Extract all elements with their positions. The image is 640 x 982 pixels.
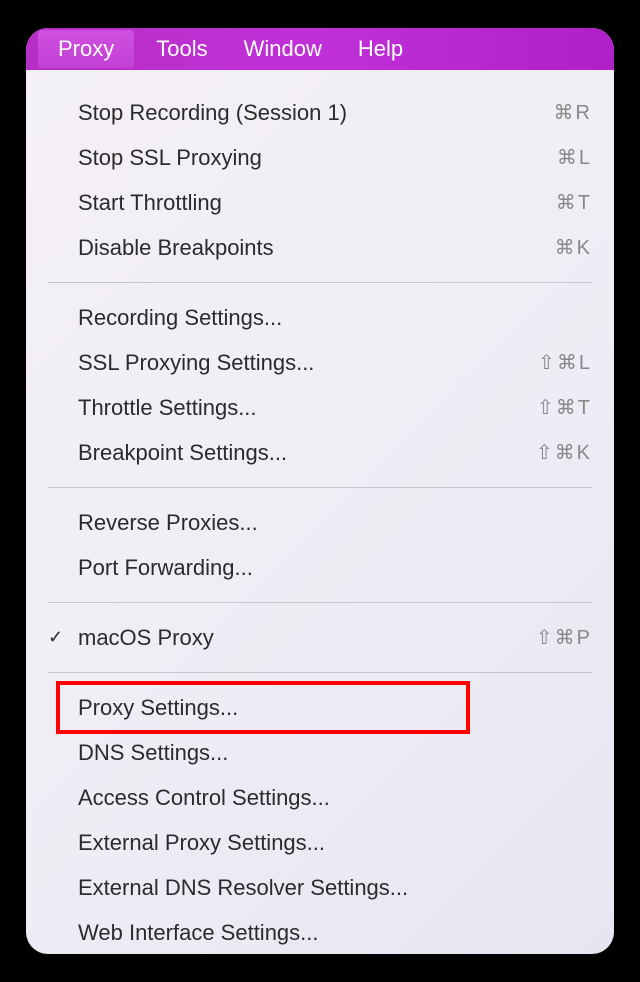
menu-item-shortcut: ⇧⌘T [537, 393, 592, 423]
menu-item-start-throttling[interactable]: Start Throttling ⌘T [26, 180, 614, 225]
menu-item-shortcut: ⌘L [557, 143, 592, 173]
menu-separator [48, 487, 592, 488]
menubar-item-window[interactable]: Window [226, 28, 340, 70]
menu-item-stop-recording[interactable]: Stop Recording (Session 1) ⌘R [26, 90, 614, 135]
menu-item-label: DNS Settings... [78, 736, 592, 769]
menu-item-label: Web Interface Settings... [78, 916, 592, 949]
menu-item-label: Proxy Settings... [78, 691, 592, 724]
menu-item-label: SSL Proxying Settings... [78, 346, 538, 379]
menu-item-label: Stop Recording (Session 1) [78, 96, 554, 129]
menu-item-recording-settings[interactable]: Recording Settings... [26, 295, 614, 340]
menu-item-shortcut: ⌘R [554, 98, 592, 128]
menu-item-label: Port Forwarding... [78, 551, 592, 584]
menubar-item-tools[interactable]: Tools [138, 28, 225, 70]
menu-item-shortcut: ⇧⌘K [536, 438, 592, 468]
menu-item-disable-breakpoints[interactable]: Disable Breakpoints ⌘K [26, 225, 614, 270]
menu-item-ssl-proxying-settings[interactable]: SSL Proxying Settings... ⇧⌘L [26, 340, 614, 385]
menu-item-proxy-settings[interactable]: Proxy Settings... [26, 685, 614, 730]
check-icon: ✓ [48, 624, 63, 651]
menu-item-shortcut: ⌘K [555, 233, 592, 263]
menubar-item-help[interactable]: Help [340, 28, 421, 70]
menu-item-breakpoint-settings[interactable]: Breakpoint Settings... ⇧⌘K [26, 430, 614, 475]
menubar-item-proxy[interactable]: Proxy [38, 30, 134, 68]
menu-item-external-proxy-settings[interactable]: External Proxy Settings... [26, 820, 614, 865]
menu-item-label: Access Control Settings... [78, 781, 592, 814]
menu-item-macos-proxy[interactable]: ✓ macOS Proxy ⇧⌘P [26, 615, 614, 660]
menu-item-label: Throttle Settings... [78, 391, 537, 424]
menu-item-label: macOS Proxy [78, 621, 536, 654]
menu-item-throttle-settings[interactable]: Throttle Settings... ⇧⌘T [26, 385, 614, 430]
menu-item-label: Reverse Proxies... [78, 506, 592, 539]
menu-item-external-dns-resolver-settings[interactable]: External DNS Resolver Settings... [26, 865, 614, 910]
menu-item-web-interface-settings[interactable]: Web Interface Settings... [26, 910, 614, 954]
menu-item-label: External Proxy Settings... [78, 826, 592, 859]
menu-item-label: External DNS Resolver Settings... [78, 871, 592, 904]
menu-separator [48, 672, 592, 673]
menu-separator [48, 602, 592, 603]
menu-item-shortcut: ⌘T [556, 188, 592, 218]
menu-item-label: Disable Breakpoints [78, 231, 555, 264]
menu-item-label: Breakpoint Settings... [78, 436, 536, 469]
menu-item-reverse-proxies[interactable]: Reverse Proxies... [26, 500, 614, 545]
app-window: Proxy Tools Window Help Stop Recording (… [26, 28, 614, 954]
menu-item-shortcut: ⇧⌘L [538, 348, 592, 378]
menu-item-label: Recording Settings... [78, 301, 592, 334]
menu-item-access-control-settings[interactable]: Access Control Settings... [26, 775, 614, 820]
dropdown-menu: Stop Recording (Session 1) ⌘R Stop SSL P… [26, 70, 614, 954]
menu-item-stop-ssl-proxying[interactable]: Stop SSL Proxying ⌘L [26, 135, 614, 180]
menu-item-label: Start Throttling [78, 186, 556, 219]
menu-item-shortcut: ⇧⌘P [536, 623, 592, 653]
menu-item-port-forwarding[interactable]: Port Forwarding... [26, 545, 614, 590]
menubar: Proxy Tools Window Help [26, 28, 614, 70]
menu-item-label: Stop SSL Proxying [78, 141, 557, 174]
menu-item-dns-settings[interactable]: DNS Settings... [26, 730, 614, 775]
menu-separator [48, 282, 592, 283]
